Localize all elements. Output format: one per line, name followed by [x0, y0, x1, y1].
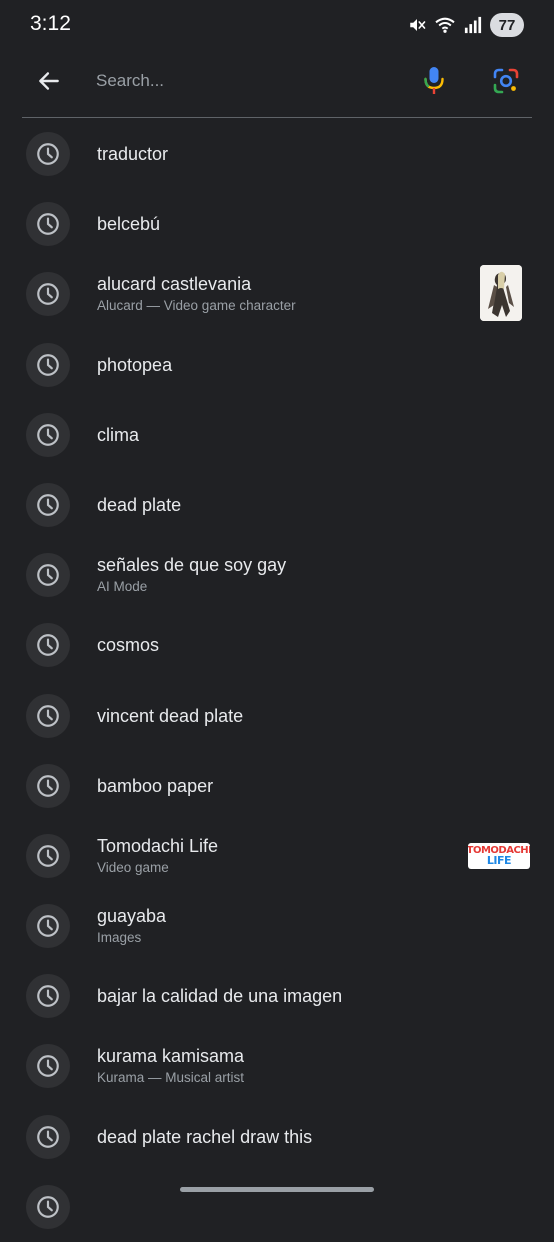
history-clock-icon — [26, 272, 70, 317]
status-icons: 77 — [408, 13, 524, 37]
history-clock-icon — [26, 693, 70, 738]
history-item-title: photopea — [97, 354, 173, 375]
history-item-subtitle: Video game — [97, 859, 169, 875]
history-item-kurama-kamisama[interactable]: kurama kamisama Kurama — Musical artist — [0, 1031, 554, 1101]
history-item-dead-plate-rachel[interactable]: dead plate rachel draw this — [0, 1102, 554, 1172]
search-input[interactable] — [96, 66, 386, 96]
history-clock-icon — [26, 763, 70, 808]
header-divider — [22, 117, 532, 118]
history-item-title: bajar la calidad de una imagen — [97, 986, 343, 1007]
history-clock-icon — [26, 1114, 70, 1159]
alucard-thumbnail — [480, 265, 522, 322]
back-button[interactable] — [26, 60, 72, 106]
history-item-subtitle: Kurama — Musical artist — [97, 1070, 245, 1086]
search-history-list: traductor belcebú alucard castlevania Al… — [0, 119, 554, 1242]
history-item-tomodachi-life[interactable]: Tomodachi Life Video game TOMODACHI LIFE — [0, 821, 554, 891]
history-clock-icon — [26, 482, 70, 527]
history-item-guayaba[interactable]: guayaba Images — [0, 891, 554, 961]
home-gesture-bar[interactable] — [180, 1187, 374, 1192]
history-clock-icon — [26, 1044, 70, 1089]
history-item-subtitle: AI Mode — [97, 579, 148, 595]
history-item-photopea[interactable]: photopea — [0, 330, 554, 400]
wifi-icon — [434, 16, 456, 34]
history-item-title: alucard castlevania — [97, 274, 252, 295]
history-item-partial[interactable] — [0, 1172, 554, 1242]
history-item-traductor[interactable]: traductor — [0, 119, 554, 189]
arrow-back-icon — [36, 68, 62, 99]
tomodachi-life-thumbnail: TOMODACHI LIFE — [468, 842, 530, 869]
history-item-subtitle: Alucard — Video game character — [97, 298, 296, 314]
search-header — [0, 52, 554, 116]
history-item-title: dead plate — [97, 494, 182, 515]
history-item-title: bamboo paper — [97, 775, 214, 796]
history-clock-icon — [26, 974, 70, 1019]
tomodachi-life-logo: TOMODACHI LIFE — [468, 844, 530, 867]
history-item-title: kurama kamisama — [97, 1046, 245, 1067]
history-item-title: belcebú — [97, 214, 161, 235]
history-clock-icon — [26, 202, 70, 247]
history-item-title: traductor — [97, 144, 169, 164]
status-bar: 3:12 77 — [0, 0, 554, 52]
history-clock-icon — [26, 904, 70, 949]
history-clock-icon — [26, 412, 70, 457]
lens-button[interactable] — [484, 60, 528, 106]
history-item-clima[interactable]: clima — [0, 400, 554, 470]
history-item-subtitle: Images — [97, 930, 142, 946]
history-item-title: dead plate rachel draw this — [97, 1126, 313, 1147]
history-clock-icon — [26, 553, 70, 598]
history-clock-icon — [26, 833, 70, 878]
signal-icon — [464, 16, 482, 34]
history-item-bamboo-paper[interactable]: bamboo paper — [0, 751, 554, 821]
history-item-title: Tomodachi Life — [97, 835, 219, 856]
google-lens-icon — [492, 67, 520, 100]
history-clock-icon — [26, 342, 70, 387]
history-clock-icon — [26, 1184, 70, 1229]
history-item-vincent-dead-plate[interactable]: vincent dead plate — [0, 681, 554, 751]
history-item-cosmos[interactable]: cosmos — [0, 610, 554, 680]
battery-icon: 77 — [490, 13, 524, 37]
history-item-title: guayaba — [97, 906, 167, 927]
status-time: 3:12 — [30, 12, 71, 35]
history-item-dead-plate[interactable]: dead plate — [0, 470, 554, 540]
history-item-title: señales de que soy gay — [97, 555, 287, 576]
history-item-title: clima — [97, 424, 140, 445]
history-clock-icon — [26, 132, 70, 176]
voice-search-button[interactable] — [414, 60, 454, 106]
history-item-title: cosmos — [97, 635, 160, 656]
microphone-icon — [423, 66, 445, 101]
history-item-title: vincent dead plate — [97, 705, 244, 726]
mute-icon — [408, 16, 426, 34]
history-item-bajar-calidad[interactable]: bajar la calidad de una imagen — [0, 961, 554, 1031]
history-item-belcebu[interactable]: belcebú — [0, 189, 554, 259]
history-item-senales[interactable]: señales de que soy gay AI Mode — [0, 540, 554, 610]
history-clock-icon — [26, 623, 70, 668]
history-item-alucard-castlevania[interactable]: alucard castlevania Alucard — Video game… — [0, 259, 554, 329]
